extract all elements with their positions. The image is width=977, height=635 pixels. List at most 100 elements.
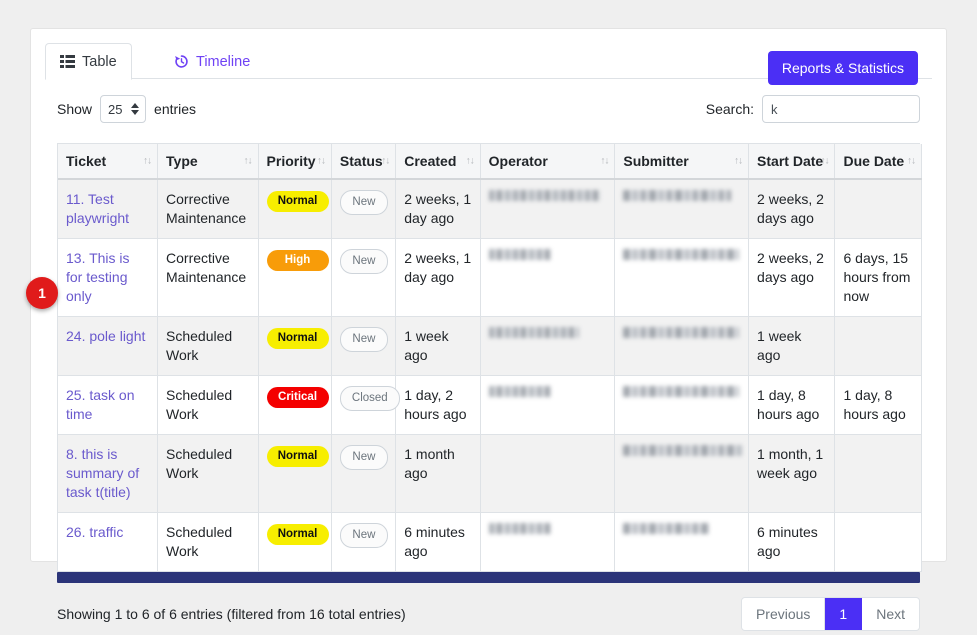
horizontal-scrollbar[interactable] [57, 572, 920, 583]
pagination-page-1[interactable]: 1 [825, 598, 863, 630]
redacted-submitter [623, 386, 740, 397]
redacted-submitter [623, 523, 710, 534]
ticket-link[interactable]: 26. traffic [66, 524, 123, 540]
redacted-operator [488, 327, 579, 338]
cell-type: Corrective Maintenance [157, 238, 259, 317]
cell-created: 2 weeks, 1 day ago [395, 179, 481, 239]
column-header-ticket[interactable]: Ticket ↑↓ [58, 144, 159, 180]
table-icon [60, 55, 75, 68]
scrollbar-thumb[interactable] [57, 572, 920, 583]
ticket-link[interactable]: 8. this is summary of task t(title) [66, 446, 139, 500]
ticket-link[interactable]: 11. Test playwright [66, 191, 129, 226]
column-header-submitter[interactable]: Submitter ↑↓ [614, 144, 750, 180]
cell-operator [480, 375, 616, 435]
cell-operator [480, 179, 616, 239]
cell-ticket: 24. pole light [58, 316, 159, 376]
table-row: 26. traffic Scheduled Work Normal New 6 minu… [58, 512, 922, 572]
reports-statistics-button[interactable]: Reports & Statistics [767, 51, 918, 85]
pagination-previous[interactable]: Previous [741, 598, 826, 630]
column-header-operator[interactable]: Operator ↑↓ [480, 144, 616, 180]
column-label: Due Date [843, 153, 905, 169]
column-header-created[interactable]: Created ↑↓ [395, 144, 481, 180]
cell-type: Scheduled Work [157, 512, 259, 572]
cell-type: Scheduled Work [157, 375, 259, 435]
column-header-start-date[interactable]: Start Date ↑↓ [748, 144, 836, 180]
redacted-operator [488, 523, 551, 534]
table-header-row: Ticket ↑↓ Type ↑↓ Priority ↑↓ Status ↑↓ [58, 144, 922, 180]
cell-priority: Normal [258, 434, 332, 513]
cell-type: Scheduled Work [157, 434, 259, 513]
sort-icon: ↑↓ [143, 155, 152, 167]
show-label: Show [57, 101, 93, 117]
cell-due-date [834, 512, 922, 572]
cell-operator [480, 238, 616, 317]
status-badge: New [339, 523, 388, 548]
table-row: 24. pole light Scheduled Work Normal New 1 w… [58, 316, 922, 376]
tickets-table: Ticket ↑↓ Type ↑↓ Priority ↑↓ Status ↑↓ [58, 144, 922, 572]
cell-status: New [331, 434, 397, 513]
sort-icon: ↑↓ [734, 155, 743, 167]
column-header-due-date[interactable]: Due Date ↑↓ [834, 144, 922, 180]
cell-priority: Critical [258, 375, 332, 435]
status-badge: New [339, 249, 388, 274]
cell-priority: Normal [258, 179, 332, 239]
cell-status: New [331, 512, 397, 572]
cell-priority: Normal [258, 512, 332, 572]
pagination-next[interactable]: Next [862, 598, 919, 630]
cell-submitter [614, 434, 750, 513]
cell-due-date: 6 days, 15 hours from now [834, 238, 922, 317]
tab-bar: Table Timeline Reports & Statistics [45, 43, 932, 85]
cell-ticket: 25. task on time [58, 375, 159, 435]
page-length-value: 25 [108, 101, 123, 117]
redacted-submitter [623, 327, 740, 338]
column-label: Start Date [757, 153, 824, 169]
table-row: 11. Test playwright Corrective Maintenanc… [58, 179, 922, 239]
sort-icon: ↑↓ [243, 155, 253, 167]
status-badge: New [339, 190, 388, 215]
column-header-priority[interactable]: Priority ↑↓ [258, 144, 332, 180]
cell-created: 1 week ago [395, 316, 481, 376]
sort-icon: ↑↓ [316, 155, 326, 167]
redacted-submitter [623, 190, 732, 201]
cell-due-date [834, 179, 922, 239]
table-row: 25. task on time Scheduled Work Critical Cl… [58, 375, 922, 435]
column-header-status[interactable]: Status ↑↓ [331, 144, 397, 180]
entries-label: entries [154, 101, 197, 117]
column-header-type[interactable]: Type ↑↓ [157, 144, 259, 180]
column-label: Submitter [623, 153, 689, 169]
priority-badge: Critical [266, 387, 329, 408]
redacted-submitter [623, 249, 740, 260]
cell-start-date: 2 weeks, 2 days ago [748, 238, 836, 317]
tab-timeline[interactable]: Timeline [159, 43, 265, 80]
cell-priority: High [258, 238, 332, 317]
cell-operator [480, 316, 616, 376]
redacted-operator [488, 386, 551, 397]
cell-start-date: 1 month, 1 week ago [748, 434, 836, 513]
priority-badge: Normal [266, 524, 329, 545]
cell-created: 6 minutes ago [395, 512, 481, 572]
cell-submitter [614, 238, 750, 317]
ticket-link[interactable]: 13. This is for testing only [66, 250, 130, 304]
priority-badge: Normal [266, 328, 329, 349]
tab-timeline-label: Timeline [196, 53, 251, 70]
search-input[interactable] [762, 95, 920, 123]
cell-priority: Normal [258, 316, 332, 376]
redacted-submitter [623, 445, 744, 456]
tab-table[interactable]: Table [45, 43, 132, 80]
table-row: 13. This is for testing only Corrective M… [58, 238, 922, 317]
status-badge: New [339, 327, 388, 352]
sort-icon: ↑↓ [600, 155, 609, 167]
table-scroll-container: Ticket ↑↓ Type ↑↓ Priority ↑↓ Status ↑↓ [57, 143, 922, 572]
page-length-select[interactable]: 25 [100, 95, 147, 123]
cell-due-date: 1 day, 8 hours ago [834, 375, 922, 435]
cell-operator [480, 434, 616, 513]
cell-start-date: 1 week ago [748, 316, 836, 376]
sort-icon: ↑↓ [465, 155, 475, 167]
cell-type: Scheduled Work [157, 316, 259, 376]
sort-icon: ↑↓ [820, 155, 829, 167]
cell-operator [480, 512, 616, 572]
ticket-link[interactable]: 24. pole light [66, 328, 145, 344]
cell-ticket: 8. this is summary of task t(title) [58, 434, 159, 513]
ticket-link[interactable]: 25. task on time [66, 387, 135, 422]
search-label: Search: [705, 101, 754, 117]
